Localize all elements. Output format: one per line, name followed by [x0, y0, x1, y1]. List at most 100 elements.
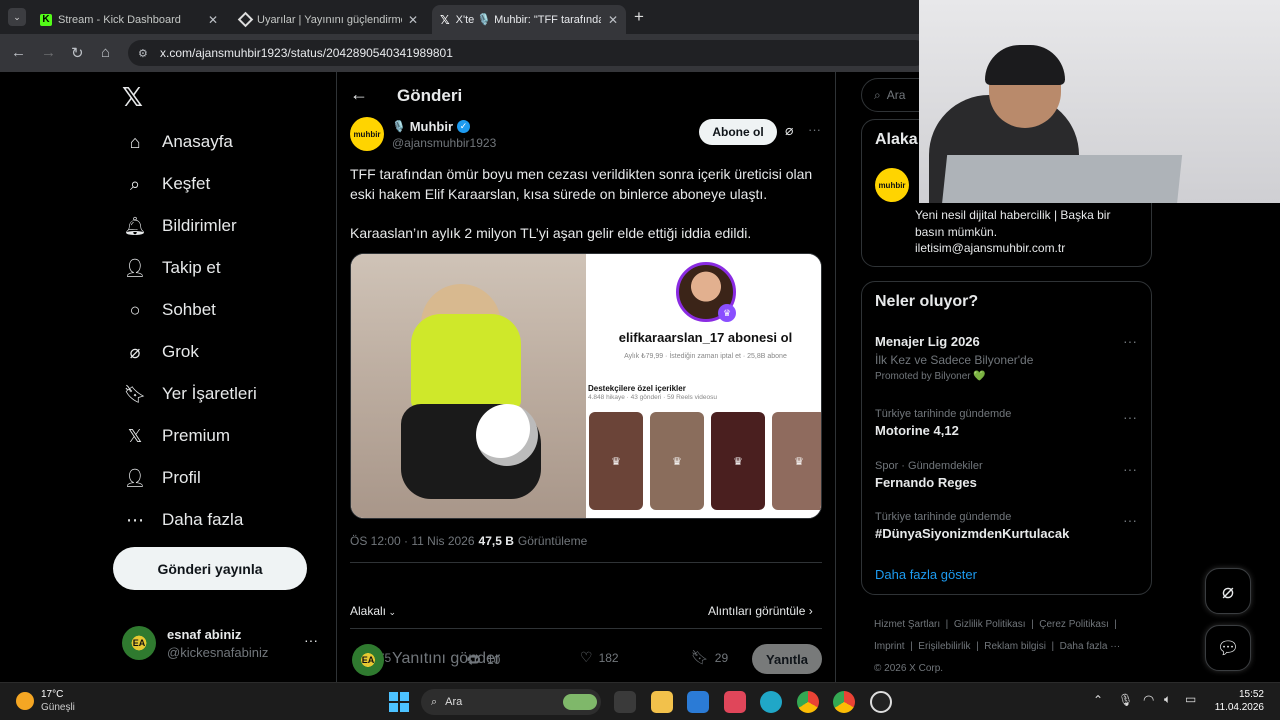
tab-alerts[interactable]: Uyarılar | Yayınını güçlendirmek ✕	[232, 5, 426, 34]
close-tab-icon[interactable]: ✕	[608, 13, 618, 27]
divider	[350, 628, 822, 629]
chrome-icon[interactable]	[833, 691, 855, 713]
profile-screenshot[interactable]: ♛ elifkaraarslan_17 abonesi ol Aylık ₺79…	[588, 254, 821, 518]
nav-item-profile[interactable]: 👤︎ Profil	[124, 467, 201, 489]
kick-favicon-icon: K	[40, 13, 52, 26]
post-time[interactable]: ÖS 12:00 · 11 Nis 2026	[350, 534, 475, 548]
task-view-icon[interactable]	[614, 691, 636, 713]
x-logo-icon: 𝕏	[127, 425, 143, 446]
nav-item-explore[interactable]: ⌕ Keşfet	[124, 173, 210, 195]
verified-badge-icon: ✓	[457, 120, 471, 133]
close-tab-icon[interactable]: ✕	[408, 13, 418, 27]
locked-thumb: ♛	[650, 412, 704, 510]
footer-link[interactable]: Imprint	[874, 641, 905, 652]
price-line: Aylık ₺79,99 · İstediğin zaman iptal et …	[624, 353, 787, 360]
tab-kick-dashboard[interactable]: K Stream - Kick Dashboard ✕	[32, 5, 226, 34]
bookmark-action[interactable]: 🔖︎ 29	[691, 649, 728, 666]
trend-item[interactable]: Menajer Lig 2026 İlk Kez ve Sadece Bilyo…	[875, 334, 1140, 382]
copyright: © 2026 X Corp.	[874, 663, 944, 674]
sort-relevant-dropdown[interactable]: Alakalı ⌄	[350, 604, 396, 618]
obs-icon[interactable]	[870, 691, 892, 713]
account-switcher[interactable]: EA esnaf abiniz @kickesnafabiniz ···	[122, 624, 322, 664]
back-arrow-icon[interactable]: ←	[350, 84, 368, 105]
nav-item-premium[interactable]: 𝕏 Premium	[124, 425, 230, 447]
more-icon[interactable]: ···	[808, 122, 821, 137]
reply-input[interactable]: Yanıtını gönder	[392, 650, 500, 668]
close-tab-icon[interactable]: ✕	[208, 13, 218, 27]
account-handle: @kickesnafabiniz	[167, 645, 269, 660]
footer-link[interactable]: Gizlilik Politikası	[954, 619, 1026, 630]
views-label: Görüntüleme	[517, 534, 588, 548]
chrome-icon[interactable]	[797, 691, 819, 713]
views-count: 47,5 B	[478, 534, 514, 548]
site-info-icon[interactable]: ⚙	[138, 47, 148, 60]
file-explorer-icon[interactable]	[651, 691, 673, 713]
forward-icon[interactable]: →	[41, 44, 56, 61]
url-field[interactable]: ⚙ x.com/ajansmuhbir1923/status/204289054…	[128, 40, 928, 66]
x-logo-icon[interactable]: 𝕏	[122, 82, 143, 113]
grok-floating-button[interactable]: ⌀	[1205, 568, 1251, 614]
bookmark-icon: 🔖︎	[691, 649, 709, 665]
subscribe-button[interactable]: Abone ol	[699, 119, 777, 145]
exclusive-section-sub: 4.848 hikaye · 43 gönderi · 59 Reels vid…	[588, 394, 717, 401]
grok-icon[interactable]: ⌀	[785, 122, 793, 139]
new-tab-icon[interactable]: +	[634, 7, 644, 27]
messages-floating-button[interactable]: 💬︎	[1205, 625, 1251, 671]
app-icon[interactable]	[724, 691, 746, 713]
store-icon[interactable]	[687, 691, 709, 713]
wifi-icon[interactable]: ◠	[1143, 692, 1154, 708]
trend-item[interactable]: Türkiye tarihinde gündemde #DünyaSiyoniz…	[875, 511, 1140, 541]
nav-item-bookmarks[interactable]: 🔖︎ Yer İşaretleri	[124, 383, 257, 405]
trend-item[interactable]: Türkiye tarihinde gündemde Motorine 4,12	[875, 408, 1140, 438]
more-icon[interactable]: ···	[1123, 512, 1137, 528]
back-icon[interactable]: ←	[11, 44, 26, 61]
profile-avatar[interactable]: muhbir	[875, 168, 909, 202]
trends-title: Neler oluyor?	[875, 293, 979, 310]
post-media[interactable]: ♛ elifkaraarslan_17 abonesi ol Aylık ₺79…	[350, 253, 822, 519]
avatar: EA	[122, 626, 156, 660]
nav-item-grok[interactable]: ⌀ Grok	[124, 341, 199, 363]
nav-item-chat[interactable]: ○ Sohbet	[124, 299, 216, 321]
battery-icon[interactable]: ▭	[1185, 692, 1196, 706]
author-handle: @ajansmuhbir1923	[392, 136, 497, 150]
edge-icon[interactable]	[760, 691, 782, 713]
referee-jersey	[411, 314, 521, 409]
more-icon[interactable]: ···	[1123, 333, 1137, 349]
referee-photo[interactable]	[351, 254, 586, 518]
microphone-icon[interactable]: 🎙︎	[1118, 693, 1133, 707]
more-icon[interactable]: ···	[304, 632, 318, 648]
nav-item-more[interactable]: ⋯ Daha fazla	[124, 509, 243, 531]
add-user-icon: 👤︎	[123, 257, 147, 278]
home-icon[interactable]: ⌂	[101, 44, 110, 61]
taskbar-search[interactable]: ⌕ Ara	[421, 689, 601, 715]
clock[interactable]: 15:52 11.04.2026	[1212, 688, 1264, 714]
like-action[interactable]: ♡ 182	[580, 649, 619, 666]
footer-link[interactable]: Erişilebilirlik	[918, 641, 970, 652]
grok-icon: ⌀	[129, 341, 141, 362]
reload-icon[interactable]: ↻	[71, 44, 84, 62]
footer-link[interactable]: Reklam bilgisi	[984, 641, 1046, 652]
trend-item[interactable]: Spor · Gündemdekiler Fernando Reges	[875, 460, 1140, 490]
post-button[interactable]: Gönderi yayınla	[113, 547, 307, 590]
volume-icon[interactable]: 🔈︎	[1164, 692, 1171, 707]
show-more-link[interactable]: Daha fazla göster	[875, 567, 977, 582]
reply-button[interactable]: Yanıtla	[752, 644, 822, 674]
author-name-row[interactable]: 🎙️ Muhbir ✓	[392, 119, 471, 134]
more-icon[interactable]: ···	[1123, 409, 1137, 425]
nav-item-follow[interactable]: 👤︎ Takip et	[124, 257, 221, 279]
tab-list-button[interactable]: ⌄	[8, 8, 26, 26]
start-button[interactable]	[389, 692, 409, 712]
weather-widget[interactable]: 17°C Güneşli	[16, 688, 75, 714]
search-icon: ⌕	[874, 87, 881, 102]
more-icon[interactable]: ···	[1123, 461, 1137, 477]
webcam-overlay	[919, 0, 1280, 203]
author-avatar[interactable]: muhbir	[350, 117, 384, 151]
view-quotes-link[interactable]: Alıntıları görüntüle ›	[708, 604, 813, 618]
tab-x-post[interactable]: 𝕏 X'te 🎙️ Muhbir: "TFF tarafından ✕	[432, 5, 626, 34]
footer-link[interactable]: Çerez Politikası	[1039, 619, 1108, 630]
footer-link[interactable]: Hizmet Şartları	[874, 619, 940, 630]
nav-item-notifications[interactable]: 🔔︎ Bildirimler	[124, 215, 237, 237]
chevron-up-icon[interactable]: ⌃	[1093, 693, 1103, 707]
nav-item-home[interactable]: ⌂ Anasayfa	[124, 131, 233, 153]
footer-link[interactable]: Daha fazla ···	[1060, 641, 1121, 652]
